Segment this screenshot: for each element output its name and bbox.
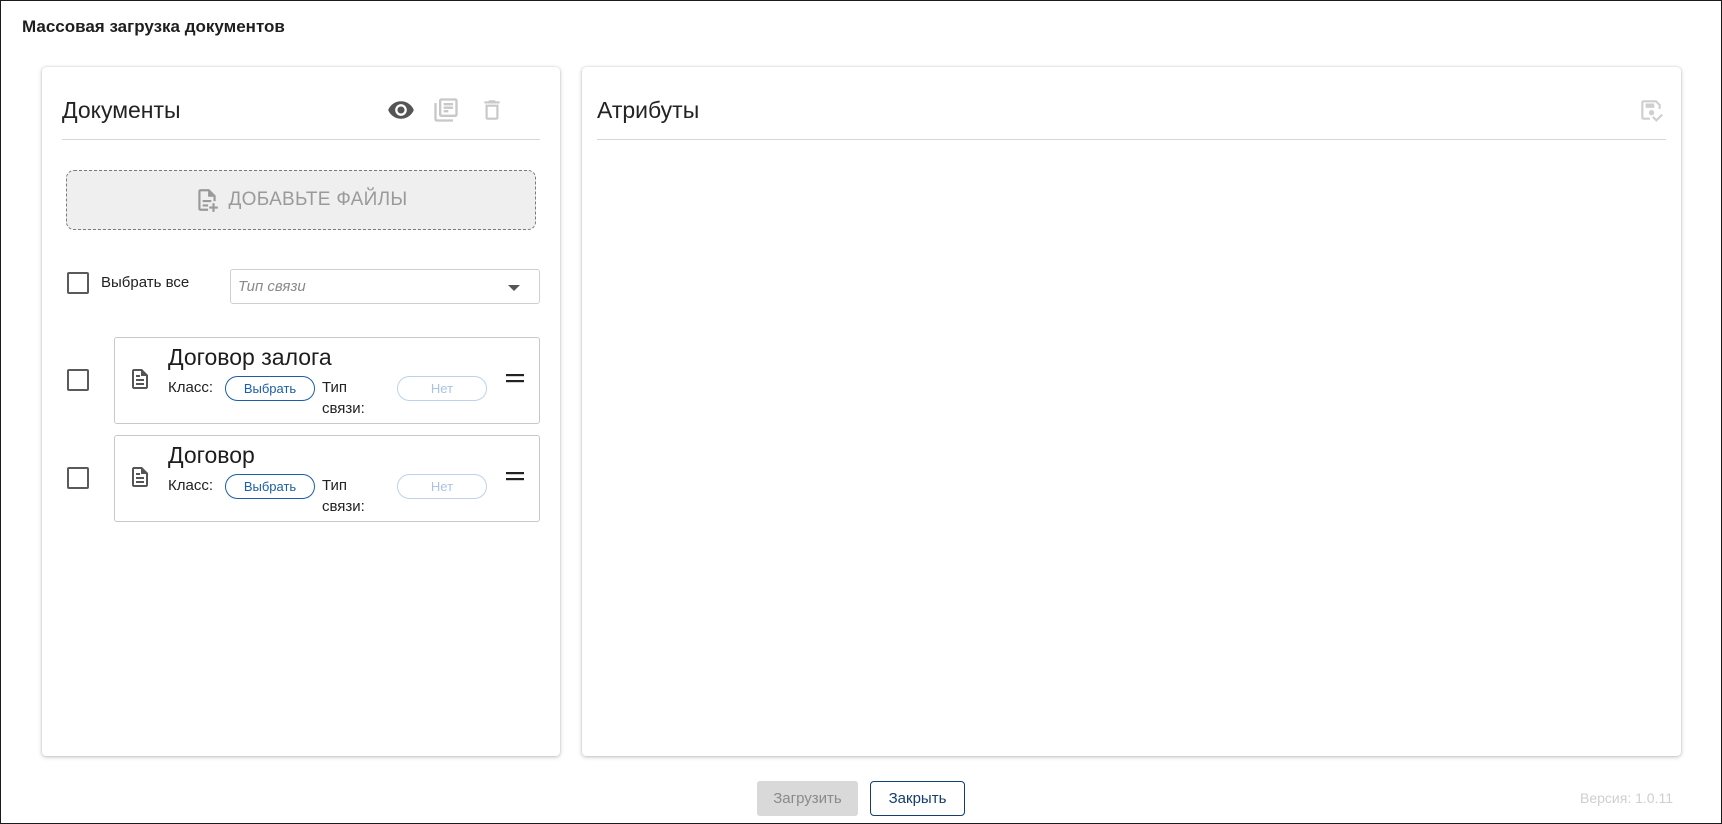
select-all-label: Выбрать все (101, 274, 190, 291)
add-files-button[interactable]: ДОБАВЬТЕ ФАЙЛЫ (66, 170, 536, 230)
save-icon[interactable] (1636, 95, 1666, 125)
document-icon (128, 366, 152, 397)
eye-icon[interactable] (386, 95, 416, 125)
document-checkbox[interactable] (67, 467, 89, 489)
file-add-icon (198, 189, 219, 212)
document-checkbox[interactable] (67, 369, 89, 391)
link-type-placeholder: Тип связи (238, 278, 306, 295)
documents-header: Документы (62, 67, 540, 140)
class-label: Класс: (168, 379, 213, 396)
upload-dialog: Массовая загрузка документов Документы Д… (0, 0, 1722, 824)
class-label: Класс: (168, 477, 213, 494)
copy-list-icon[interactable] (431, 95, 461, 125)
document-name: Договор (168, 442, 255, 468)
link-type-label: Тип связи: (322, 379, 365, 417)
choose-class-button[interactable]: Выбрать (225, 376, 315, 401)
link-type-value-button[interactable]: Нет (397, 474, 487, 499)
drag-handle-icon[interactable] (505, 370, 525, 391)
select-all-checkbox[interactable] (67, 272, 89, 294)
documents-panel: Документы ДОБАВЬТЕ ФАЙЛЫ Выбрать все Тип… (42, 67, 560, 756)
attributes-header: Атрибуты (597, 67, 1666, 140)
link-type-value-button[interactable]: Нет (397, 376, 487, 401)
document-name: Договор залога (168, 344, 332, 370)
document-item[interactable]: Договор Класс: Выбрать Тип связи: Нет (114, 435, 540, 522)
drag-handle-icon[interactable] (505, 468, 525, 489)
document-item[interactable]: Договор залога Класс: Выбрать Тип связи:… (114, 337, 540, 424)
documents-title: Документы (62, 97, 181, 123)
dialog-title: Массовая загрузка документов (22, 17, 285, 36)
link-type-select[interactable]: Тип связи (230, 269, 540, 304)
chevron-down-icon (508, 285, 520, 291)
choose-class-button[interactable]: Выбрать (225, 474, 315, 499)
link-type-label: Тип связи: (322, 477, 365, 515)
document-icon (128, 464, 152, 495)
attributes-panel: Атрибуты (582, 67, 1681, 756)
attributes-title: Атрибуты (597, 97, 700, 123)
close-button[interactable]: Закрыть (870, 781, 965, 816)
delete-icon[interactable] (477, 95, 507, 125)
upload-button[interactable]: Загрузить (757, 781, 858, 816)
add-files-label: ДОБАВЬТЕ ФАЙЛЫ (228, 189, 408, 210)
version-label: Версия: 1.0.11 (1580, 790, 1673, 806)
